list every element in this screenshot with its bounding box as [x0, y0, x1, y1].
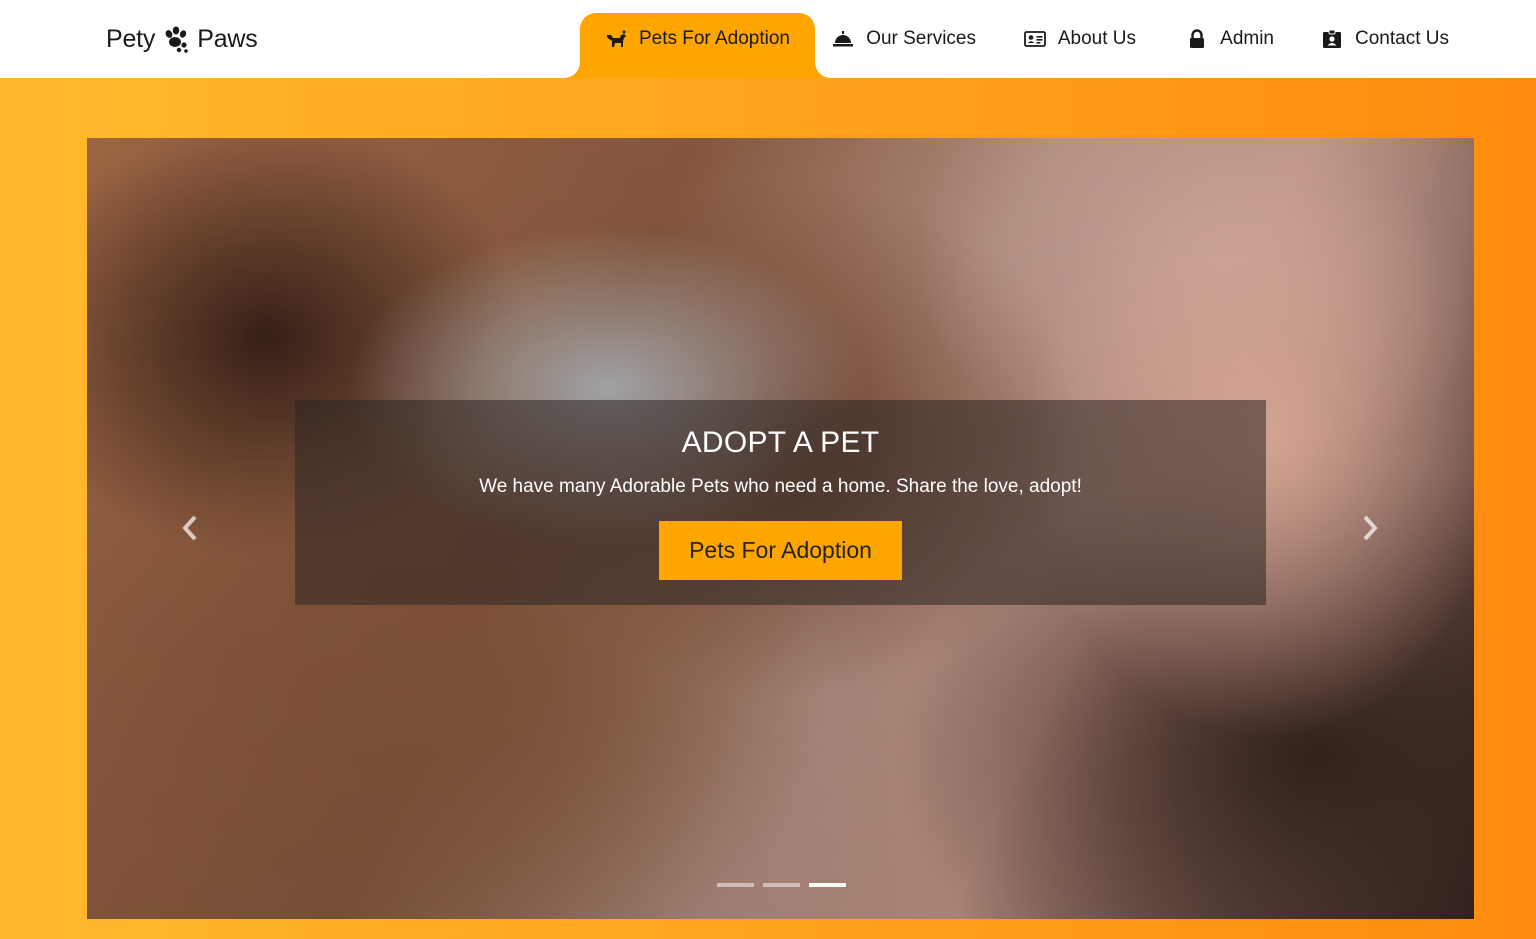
chevron-left-icon: [182, 515, 197, 541]
id-card-icon: [1023, 28, 1046, 50]
nav-item-pets-for-adoption[interactable]: Pets For Adoption: [563, 13, 831, 78]
tab-curve-right: [815, 62, 831, 78]
tab-curve-left: [563, 62, 580, 78]
lock-icon: [1186, 28, 1208, 50]
carousel-indicator-1[interactable]: [717, 883, 754, 887]
carousel-prev-button[interactable]: [170, 508, 210, 548]
hero-carousel[interactable]: ADOPT A PET We have many Adorable Pets w…: [87, 138, 1474, 919]
chevron-right-icon: [1363, 515, 1378, 541]
brand-name-left: Pety: [106, 24, 156, 53]
hero-title: ADOPT A PET: [681, 426, 880, 459]
hero-section: ADOPT A PET We have many Adorable Pets w…: [0, 78, 1536, 939]
nav-item-our-services[interactable]: Our Services: [832, 13, 976, 65]
carousel-caption: ADOPT A PET We have many Adorable Pets w…: [295, 400, 1266, 605]
nav-item-about-us[interactable]: About Us: [1023, 13, 1136, 65]
carousel-next-button[interactable]: [1350, 508, 1390, 548]
nav-item-contact-us[interactable]: Contact Us: [1321, 13, 1449, 65]
hero-subtitle: We have many Adorable Pets who need a ho…: [479, 476, 1082, 497]
nav-item-label: Our Services: [866, 28, 976, 49]
carousel-indicator-3[interactable]: [809, 883, 846, 887]
dog-icon: [605, 28, 627, 50]
nav-item-label: Contact Us: [1355, 28, 1449, 49]
brand-logo[interactable]: Pety Paws: [106, 22, 258, 56]
pets-for-adoption-button[interactable]: Pets For Adoption: [659, 521, 902, 580]
paw-icon: [165, 26, 189, 53]
carousel-indicator-2[interactable]: [763, 883, 800, 887]
nav-item-label: Pets For Adoption: [638, 28, 790, 49]
brand-name-right: Paws: [197, 24, 258, 53]
service-bell-icon: [832, 28, 854, 50]
nav-item-label: About Us: [1057, 28, 1136, 49]
nav-item-admin[interactable]: Admin: [1186, 13, 1274, 65]
nav-item-label: Admin: [1220, 28, 1274, 49]
id-badge-icon: [1321, 28, 1343, 50]
navbar: Pety Paws Pets For Adoption Our Services…: [0, 0, 1536, 78]
carousel-indicators: [717, 883, 846, 887]
nav-item-content: Pets For Adoption: [605, 28, 790, 50]
